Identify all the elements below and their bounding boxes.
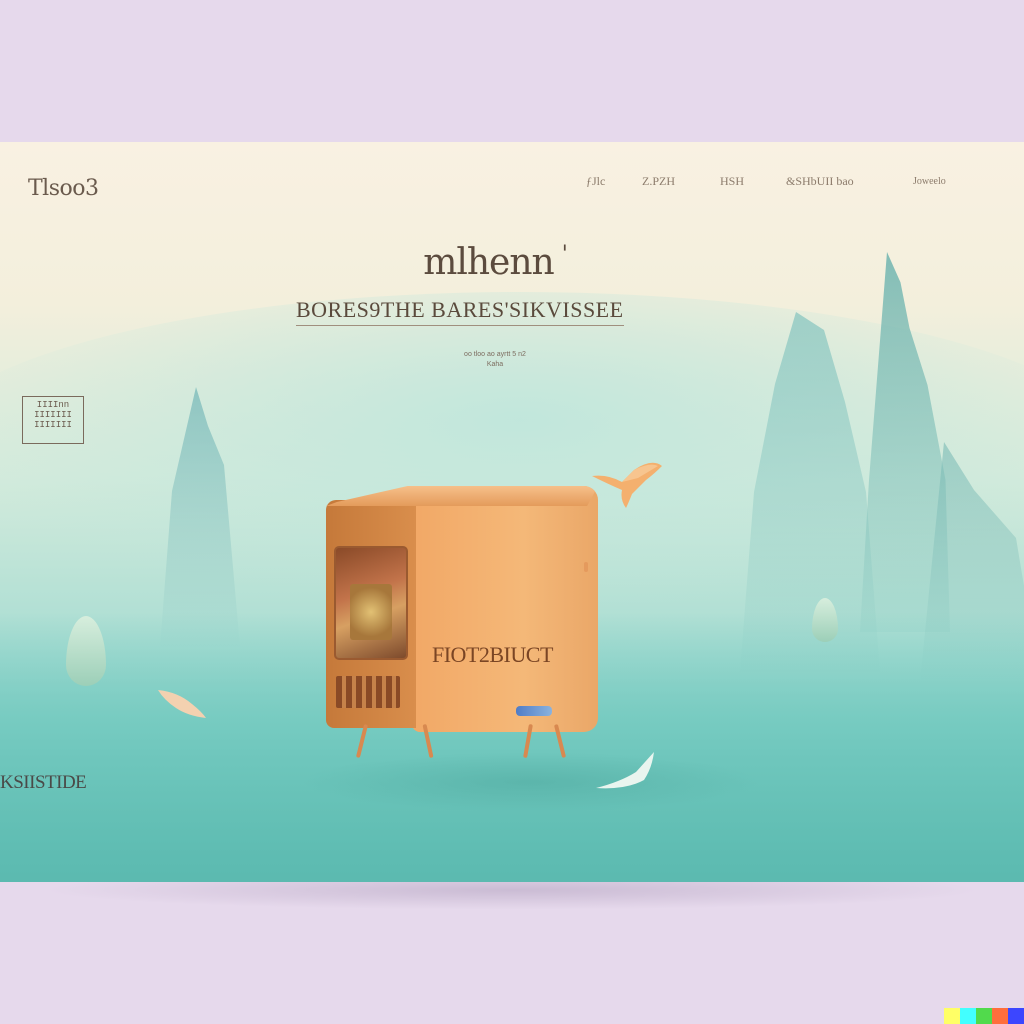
watermark-swatch [992, 1008, 1008, 1024]
website-mockup: Tlsoo3 ƒJlc Z.PZH HSH &SHbUII bao Joweel… [0, 142, 1024, 882]
product-keypad [336, 676, 400, 708]
floating-paper-icon [596, 752, 654, 789]
watermark-swatch [944, 1008, 960, 1024]
nav-item-1[interactable]: ƒJlc [586, 174, 605, 189]
nav-item-5[interactable]: Joweelo [913, 176, 946, 187]
side-badge-line-2: IIIIIII [34, 410, 72, 420]
side-badge[interactable]: IIIInn IIIIIII IIIIIII [22, 396, 84, 444]
watermark-swatch [1008, 1008, 1024, 1024]
floating-leaf-icon [158, 690, 206, 718]
watermark-swatch [960, 1008, 976, 1024]
product-side-switch [584, 562, 588, 572]
bird-icon [592, 462, 662, 508]
site-logo[interactable]: Tlsoo3 [28, 176, 99, 201]
hero-title: mlhenn ' [0, 242, 990, 283]
product-box-front [326, 500, 416, 728]
nav-item-4[interactable]: &SHbUII bao [786, 174, 854, 189]
product-box-side [412, 486, 598, 732]
hero-title-text: mlhenn [423, 242, 555, 283]
product-label: FIOT2BIUCT [432, 642, 553, 667]
side-badge-line-1: IIIInn [36, 400, 70, 410]
product-box-top [326, 486, 598, 506]
hero-caption-line-2: Kaha [486, 361, 504, 368]
hero-subtitle[interactable]: BORES9THE BARES'SIKVISSEE [296, 297, 624, 326]
nav-item-3[interactable]: HSH [720, 174, 744, 189]
top-nav: ƒJlc Z.PZH HSH &SHbUII bao Joweelo [580, 174, 980, 194]
watermark-color-bar [944, 1008, 1024, 1024]
nav-item-2[interactable]: Z.PZH [642, 174, 675, 189]
hero-caption-line-1: oo tloo ao ayrtt 5 n2 [464, 351, 526, 358]
product-accent-stripe [516, 706, 552, 716]
product-screen-image [350, 584, 392, 640]
product-screen [334, 546, 408, 660]
side-badge-line-3: IIIIIII [34, 420, 72, 430]
ground-ripple [300, 752, 760, 812]
hero-title-mark: ' [561, 242, 568, 267]
side-label[interactable]: KSIISTIDE [0, 772, 87, 794]
watermark-swatch [976, 1008, 992, 1024]
product-box[interactable]: FIOT2BIUCT [326, 486, 600, 759]
hero-caption: oo tloo ao ayrtt 5 n2 Kaha [0, 350, 990, 370]
